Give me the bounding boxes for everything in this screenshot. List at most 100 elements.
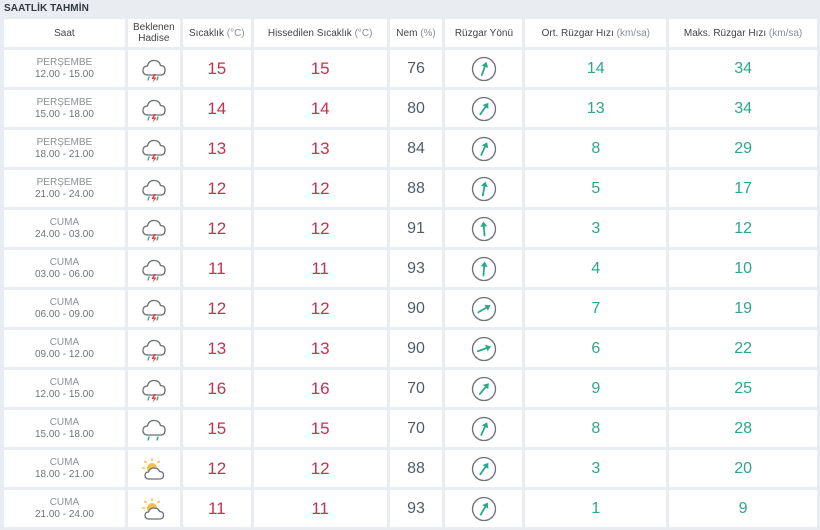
avg-wind-speed-value: 7 (525, 290, 667, 327)
forecast-row: PERŞEMBE 18.00 - 21.00 13 13 84 8 29 (4, 130, 817, 167)
time-cell: PERŞEMBE 12.00 - 15.00 (4, 50, 125, 87)
temperature-value: 12 (182, 290, 251, 327)
feels-like-value: 11 (253, 490, 387, 527)
temperature-value: 12 (182, 450, 251, 487)
day-label: PERŞEMBE (36, 96, 93, 108)
humidity-value: 90 (389, 330, 443, 367)
time-range: 21.00 - 24.00 (34, 188, 94, 200)
thunderstorm-rain-icon (127, 250, 180, 287)
header-ruzgar-yonu: Rüzgar Yönü (445, 19, 523, 47)
wind-direction-icon (445, 170, 523, 207)
day-label: PERŞEMBE (36, 56, 93, 68)
time-range: 15.00 - 18.00 (34, 428, 94, 440)
feels-like-value: 15 (253, 410, 387, 447)
wind-direction-icon (445, 490, 523, 527)
temperature-value: 11 (182, 490, 251, 527)
forecast-row: CUMA 06.00 - 09.00 12 12 90 7 19 (4, 290, 817, 327)
forecast-row: CUMA 21.00 - 24.00 11 11 93 1 9 (4, 490, 817, 527)
forecast-row: PERŞEMBE 15.00 - 18.00 14 14 80 13 34 (4, 90, 817, 127)
header-ort-ruzgar: Ort. Rüzgar Hızı (km/sa) (525, 19, 667, 47)
day-label: CUMA (49, 256, 80, 268)
day-label: CUMA (49, 336, 80, 348)
thunderstorm-rain-icon (127, 290, 180, 327)
wind-direction-icon (445, 210, 523, 247)
time-range: 24.00 - 03.00 (34, 228, 94, 240)
day-label: CUMA (49, 456, 80, 468)
avg-wind-speed-value: 8 (525, 410, 667, 447)
wind-direction-icon (445, 50, 523, 87)
thunderstorm-rain-icon (127, 210, 180, 247)
temperature-value: 12 (182, 170, 251, 207)
humidity-value: 84 (389, 130, 443, 167)
feels-like-value: 13 (253, 330, 387, 367)
avg-wind-speed-value: 9 (525, 370, 667, 407)
humidity-value: 88 (389, 450, 443, 487)
humidity-value: 93 (389, 250, 443, 287)
wind-direction-icon (445, 410, 523, 447)
day-label: CUMA (49, 496, 80, 508)
temperature-value: 15 (182, 410, 251, 447)
time-cell: CUMA 09.00 - 12.00 (4, 330, 125, 367)
avg-wind-speed-value: 3 (525, 210, 667, 247)
forecast-row: CUMA 03.00 - 06.00 11 11 93 4 10 (4, 250, 817, 287)
wind-direction-icon (445, 250, 523, 287)
rain-cloud-icon (127, 410, 180, 447)
forecast-row: PERŞEMBE 21.00 - 24.00 12 12 88 5 17 (4, 170, 817, 207)
humidity-value: 90 (389, 290, 443, 327)
feels-like-value: 12 (253, 210, 387, 247)
feels-like-value: 16 (253, 370, 387, 407)
forecast-row: CUMA 12.00 - 15.00 16 16 70 9 25 (4, 370, 817, 407)
forecast-row: CUMA 09.00 - 12.00 13 13 90 6 22 (4, 330, 817, 367)
humidity-value: 88 (389, 170, 443, 207)
wind-direction-icon (445, 450, 523, 487)
time-cell: CUMA 03.00 - 06.00 (4, 250, 125, 287)
feels-like-value: 12 (253, 290, 387, 327)
thunderstorm-rain-icon (127, 170, 180, 207)
max-wind-speed-value: 25 (669, 370, 817, 407)
humidity-value: 70 (389, 410, 443, 447)
temperature-value: 13 (182, 130, 251, 167)
wind-direction-icon (445, 90, 523, 127)
avg-wind-speed-value: 3 (525, 450, 667, 487)
avg-wind-speed-value: 1 (525, 490, 667, 527)
time-range: 15.00 - 18.00 (34, 108, 94, 120)
temperature-value: 13 (182, 330, 251, 367)
time-cell: CUMA 24.00 - 03.00 (4, 210, 125, 247)
forecast-row: PERŞEMBE 12.00 - 15.00 15 15 76 14 34 (4, 50, 817, 87)
time-range: 12.00 - 15.00 (34, 68, 94, 80)
humidity-value: 70 (389, 370, 443, 407)
header-sicaklik: Sıcaklık (°C) (182, 19, 251, 47)
temperature-value: 14 (182, 90, 251, 127)
header-maks-ruzgar: Maks. Rüzgar Hızı (km/sa) (669, 19, 817, 47)
day-label: PERŞEMBE (36, 136, 93, 148)
avg-wind-speed-value: 14 (525, 50, 667, 87)
max-wind-speed-value: 20 (669, 450, 817, 487)
max-wind-speed-value: 34 (669, 50, 817, 87)
time-range: 21.00 - 24.00 (34, 508, 94, 520)
feels-like-value: 12 (253, 450, 387, 487)
humidity-value: 76 (389, 50, 443, 87)
avg-wind-speed-value: 8 (525, 130, 667, 167)
feels-like-value: 11 (253, 250, 387, 287)
avg-wind-speed-value: 6 (525, 330, 667, 367)
header-hadise: Beklenen Hadise (127, 19, 180, 47)
day-label: CUMA (49, 376, 80, 388)
time-cell: CUMA 12.00 - 15.00 (4, 370, 125, 407)
time-range: 18.00 - 21.00 (34, 148, 94, 160)
time-range: 03.00 - 06.00 (34, 268, 94, 280)
partly-cloudy-icon (127, 490, 180, 527)
max-wind-speed-value: 22 (669, 330, 817, 367)
header-saat: Saat (4, 19, 125, 47)
forecast-row: CUMA 15.00 - 18.00 15 15 70 8 28 (4, 410, 817, 447)
temperature-value: 12 (182, 210, 251, 247)
day-label: CUMA (49, 416, 80, 428)
feels-like-value: 15 (253, 50, 387, 87)
hourly-forecast-table: Saat Beklenen Hadise Sıcaklık (°C) Hissed… (1, 16, 820, 530)
thunderstorm-rain-icon (127, 130, 180, 167)
header-hissedilen: Hissedilen Sıcaklık (°C) (253, 19, 387, 47)
temperature-value: 15 (182, 50, 251, 87)
day-label: CUMA (49, 296, 80, 308)
time-range: 06.00 - 09.00 (34, 308, 94, 320)
avg-wind-speed-value: 4 (525, 250, 667, 287)
max-wind-speed-value: 12 (669, 210, 817, 247)
